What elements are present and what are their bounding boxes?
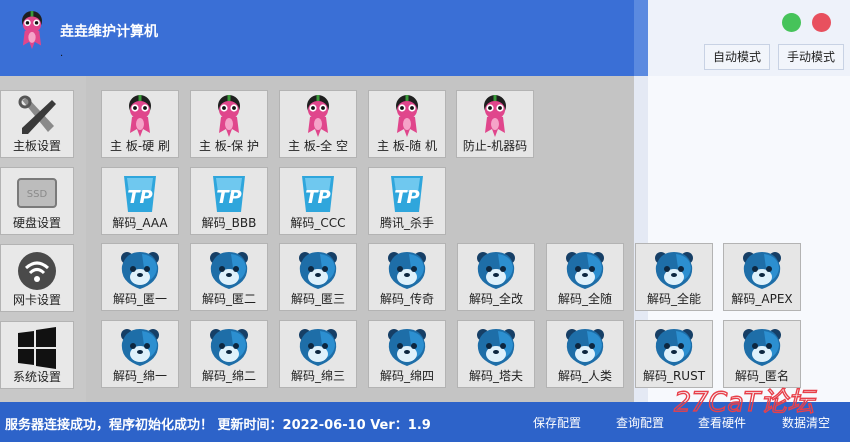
tile-label: 解码_CCC <box>290 216 346 230</box>
tile-label: 腾讯_杀手 <box>379 216 434 230</box>
tile-decode-mian-1[interactable]: 解码_绵一 <box>101 320 179 388</box>
app-subtitle: . <box>60 48 64 59</box>
tile-decode-bbb[interactable]: 解码_BBB <box>190 167 268 235</box>
tile-decode-legend[interactable]: 解码_传奇 <box>368 243 446 311</box>
tile-label: 解码_全改 <box>468 292 523 306</box>
tile-decode-anon-1[interactable]: 解码_匿一 <box>101 243 179 311</box>
tile-motherboard-random[interactable]: 主 板-随 机 <box>368 90 446 158</box>
query-config-button[interactable]: 查询配置 <box>616 414 664 431</box>
sidebar-item-system[interactable]: 系统设置 <box>0 321 74 389</box>
bear-icon <box>385 248 429 292</box>
bear-icon <box>740 325 784 369</box>
tile-label: 主 板-全 空 <box>288 139 348 153</box>
tile-label: 解码_传奇 <box>379 292 434 306</box>
save-config-button[interactable]: 保存配置 <box>533 414 581 431</box>
tile-label: 解码_匿一 <box>112 292 167 306</box>
tile-prevent-machine-code[interactable]: 防止-机器码 <box>456 90 534 158</box>
tp-icon <box>385 172 429 216</box>
tile-decode-mian-2[interactable]: 解码_绵二 <box>190 320 268 388</box>
tile-motherboard-protect[interactable]: 主 板-保 护 <box>190 90 268 158</box>
sidebar-item-disk[interactable]: SSD 硬盘设置 <box>0 167 74 235</box>
tile-label: 解码_BBB <box>201 216 257 230</box>
mascot-icon <box>118 95 162 139</box>
sidebar-item-label: 网卡设置 <box>12 293 61 307</box>
bear-icon <box>118 248 162 292</box>
bear-icon <box>652 248 696 292</box>
wifi-icon <box>18 252 56 290</box>
tile-decode-anon-3[interactable]: 解码_匿三 <box>279 243 357 311</box>
bear-icon <box>118 325 162 369</box>
watermark-text: 27CaT论坛 <box>674 387 817 418</box>
tp-icon <box>118 172 162 216</box>
tile-label: 解码_绵二 <box>201 369 256 383</box>
bear-icon <box>296 325 340 369</box>
tile-label: 解码_全随 <box>557 292 612 306</box>
auto-mode-button[interactable]: 自动模式 <box>704 44 770 70</box>
tile-motherboard-empty[interactable]: 主 板-全 空 <box>279 90 357 158</box>
bear-icon <box>474 248 518 292</box>
app-title: 垚垚维护计算机 <box>60 24 158 40</box>
tile-decode-rust[interactable]: 解码_RUST <box>635 320 713 388</box>
mascot-icon <box>296 95 340 139</box>
mascot-logo-icon <box>12 6 52 56</box>
tile-label: 解码_绵四 <box>379 369 434 383</box>
watermark-logo: 27CaT论坛 <box>673 386 818 418</box>
svg-text:SSD: SSD <box>27 189 48 200</box>
tile-decode-full-random[interactable]: 解码_全随 <box>546 243 624 311</box>
tile-decode-all-purpose[interactable]: 解码_全能 <box>635 243 713 311</box>
sidebar-item-label: 主板设置 <box>12 139 61 153</box>
tile-label: 主 板-硬 刷 <box>110 139 170 153</box>
tile-label: 解码_匿三 <box>290 292 345 306</box>
bear-icon <box>563 325 607 369</box>
tile-decode-anon-2[interactable]: 解码_匿二 <box>190 243 268 311</box>
tile-label: 主 板-保 护 <box>199 139 259 153</box>
tile-decode-ccc[interactable]: 解码_CCC <box>279 167 357 235</box>
tile-decode-aaa[interactable]: 解码_AAA <box>101 167 179 235</box>
tile-label: 解码_APEX <box>731 292 793 306</box>
mascot-icon <box>207 95 251 139</box>
manual-mode-button[interactable]: 手动模式 <box>778 44 844 70</box>
tile-decode-mian-4[interactable]: 解码_绵四 <box>368 320 446 388</box>
tile-decode-mian-3[interactable]: 解码_绵三 <box>279 320 357 388</box>
bear-icon <box>563 248 607 292</box>
tile-motherboard-flash[interactable]: 主 板-硬 刷 <box>101 90 179 158</box>
tile-decode-human[interactable]: 解码_人类 <box>546 320 624 388</box>
tile-label: 解码_绵三 <box>290 369 345 383</box>
sidebar-item-motherboard[interactable]: 主板设置 <box>0 90 74 158</box>
bear-icon <box>296 248 340 292</box>
mascot-icon <box>385 95 429 139</box>
bear-icon <box>740 248 784 292</box>
status-text: 服务器连接成功，程序初始化成功！ 更新时间：2022-06-10 Ver：1.9 <box>5 418 431 433</box>
sidebar-item-network[interactable]: 网卡设置 <box>0 244 74 312</box>
close-button[interactable] <box>812 13 831 32</box>
tile-label: 解码_人类 <box>557 369 612 383</box>
tile-label: 解码_全能 <box>646 292 701 306</box>
tile-decode-apex[interactable]: 解码_APEX <box>723 243 801 311</box>
windows-icon <box>18 327 56 369</box>
tile-label: 主 板-随 机 <box>377 139 437 153</box>
tile-decode-anonymous[interactable]: 解码_匿名 <box>723 320 801 388</box>
tile-label: 解码_绵一 <box>112 369 167 383</box>
minimize-button[interactable] <box>782 13 801 32</box>
bear-icon <box>385 325 429 369</box>
bear-icon <box>207 248 251 292</box>
tile-label: 解码_匿二 <box>201 292 256 306</box>
tile-label: 解码_AAA <box>112 216 168 230</box>
sidebar-item-label: 硬盘设置 <box>12 216 61 230</box>
tile-decode-tarkov[interactable]: 解码_塔夫 <box>457 320 535 388</box>
bear-icon <box>207 325 251 369</box>
tp-icon <box>207 172 251 216</box>
tile-label: 解码_塔夫 <box>468 369 523 383</box>
mascot-icon <box>473 95 517 139</box>
tile-label: 防止-机器码 <box>462 139 528 153</box>
ssd-icon: SSD <box>17 178 57 208</box>
title-bar-divider <box>634 0 648 76</box>
tile-tencent-killer[interactable]: 腾讯_杀手 <box>368 167 446 235</box>
tile-decode-full-modify[interactable]: 解码_全改 <box>457 243 535 311</box>
tp-icon <box>296 172 340 216</box>
sidebar-item-label: 系统设置 <box>12 370 61 384</box>
tools-icon <box>18 95 56 134</box>
bear-icon <box>474 325 518 369</box>
bear-icon <box>652 325 696 369</box>
